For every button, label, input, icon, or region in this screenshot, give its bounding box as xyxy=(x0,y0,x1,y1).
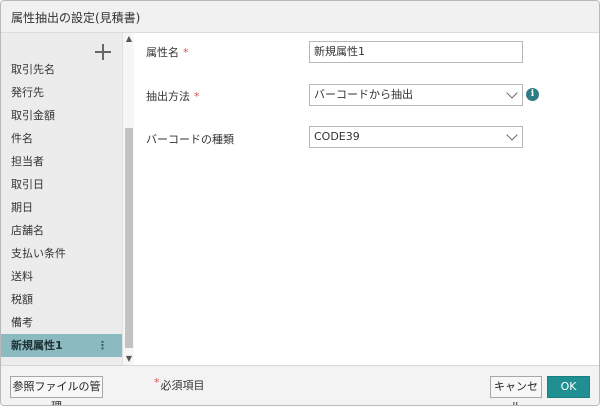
extraction-method-value: バーコードから抽出 xyxy=(314,88,413,101)
chevron-down-icon xyxy=(506,87,518,99)
dialog-footer: 参照ファイルの管理 *必須項目 キャンセル OK xyxy=(1,365,599,405)
scrollbar-thumb[interactable] xyxy=(125,128,133,348)
required-mark: * xyxy=(183,46,189,59)
attribute-item-label: 店舗名 xyxy=(11,224,44,237)
attribute-item-label: 税額 xyxy=(11,293,33,306)
dialog-title: 属性抽出の設定(見積書) xyxy=(11,11,141,25)
barcode-type-label: バーコードの種類 xyxy=(146,133,234,146)
required-mark: * xyxy=(154,376,160,389)
attribute-item-label: 備考 xyxy=(11,316,33,329)
attribute-list-panel: 取引先名 発行先 取引金額 件名 担当者 取引日 期日 店舗名 支払い条件 送料… xyxy=(1,33,122,365)
attribute-extraction-dialog: 属性抽出の設定(見積書) 取引先名 発行先 取引金額 件名 担当者 取引日 期日… xyxy=(0,0,600,406)
attribute-item-bikou[interactable]: 備考 xyxy=(1,311,122,334)
ok-button[interactable]: OK xyxy=(547,376,590,398)
attribute-item-torihiki-kingaku[interactable]: 取引金額 xyxy=(1,104,122,127)
kebab-menu-icon[interactable]: ⋮ xyxy=(97,334,108,357)
attribute-item-label: 取引金額 xyxy=(11,109,55,122)
attribute-item-hakkosaki[interactable]: 発行先 xyxy=(1,81,122,104)
attribute-item-label: 取引先名 xyxy=(11,63,55,76)
attribute-name-label: 属性名 * xyxy=(146,46,189,59)
scroll-down-arrow-icon[interactable]: ▼ xyxy=(123,353,135,365)
attribute-item-torihikisaki[interactable]: 取引先名 xyxy=(1,63,122,81)
attribute-item-label: 件名 xyxy=(11,132,33,145)
required-mark: * xyxy=(194,90,200,103)
attribute-item-zeigaku[interactable]: 税額 xyxy=(1,288,122,311)
info-icon[interactable]: i xyxy=(526,88,539,101)
manage-reference-files-button[interactable]: 参照ファイルの管理 xyxy=(10,376,103,405)
attribute-item-label: 担当者 xyxy=(11,155,44,168)
attribute-item-shiharai-jouken[interactable]: 支払い条件 xyxy=(1,242,122,265)
attribute-item-souryou[interactable]: 送料 xyxy=(1,265,122,288)
attribute-item-kenmei[interactable]: 件名 xyxy=(1,127,122,150)
attribute-item-label: 送料 xyxy=(11,270,33,283)
required-items-note: *必須項目 xyxy=(154,376,205,392)
attribute-item-tenpomei[interactable]: 店舗名 xyxy=(1,219,122,242)
attribute-item-label: 新規属性1 xyxy=(11,339,63,352)
attribute-item-new-attribute-1[interactable]: 新規属性1 ⋮ xyxy=(1,334,122,357)
sidebar-scrollbar[interactable]: ▲ ▼ xyxy=(122,33,134,365)
attribute-item-torihikibi[interactable]: 取引日 xyxy=(1,173,122,196)
dialog-titlebar: 属性抽出の設定(見積書) xyxy=(1,1,599,33)
extraction-method-label: 抽出方法 * xyxy=(146,90,200,103)
attribute-item-label: 発行先 xyxy=(11,86,44,99)
attribute-item-label: 支払い条件 xyxy=(11,247,66,260)
attribute-item-tantousha[interactable]: 担当者 xyxy=(1,150,122,173)
barcode-type-value: CODE39 xyxy=(314,130,360,143)
attribute-item-label: 期日 xyxy=(11,201,33,214)
barcode-type-select[interactable]: CODE39 xyxy=(309,126,523,148)
chevron-down-icon xyxy=(506,129,518,141)
attribute-settings-form: 属性名 * 新規属性1 抽出方法 * バーコードから抽出 i バーコードの種類 CO… xyxy=(135,33,599,365)
attribute-item-label: 取引日 xyxy=(11,178,44,191)
attribute-list: 取引先名 発行先 取引金額 件名 担当者 取引日 期日 店舗名 支払い条件 送料… xyxy=(1,63,122,357)
extraction-method-select[interactable]: バーコードから抽出 xyxy=(309,84,523,106)
attribute-item-kijitsu[interactable]: 期日 xyxy=(1,196,122,219)
scroll-up-arrow-icon[interactable]: ▲ xyxy=(123,33,135,45)
add-attribute-plus-icon[interactable] xyxy=(94,43,112,61)
attribute-name-input[interactable]: 新規属性1 xyxy=(309,41,523,63)
cancel-button[interactable]: キャンセル xyxy=(490,376,542,405)
